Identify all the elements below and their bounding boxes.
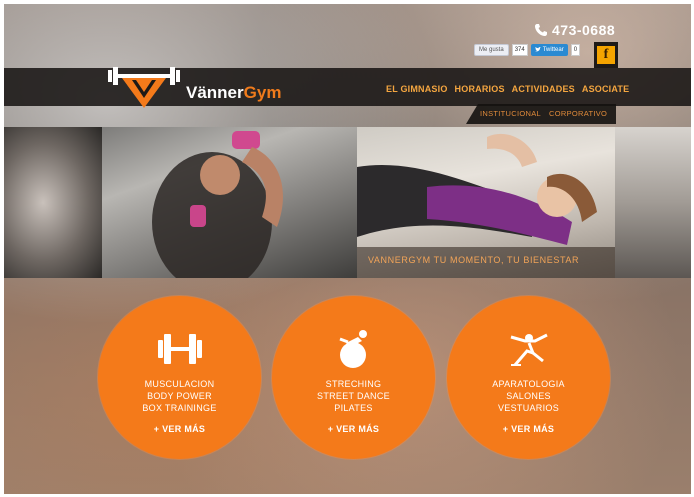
dumbbell-v-logo-icon (106, 64, 182, 115)
phone-text: 473-0688 (552, 22, 616, 38)
brand-part1: Vänner (186, 82, 244, 102)
twitter-icon (534, 46, 541, 54)
subnav-corporativo[interactable]: CORPORATIVO (549, 109, 607, 118)
main-nav: EL GIMNASIO HORARIOS ACTIVIDADES ASOCIAT… (386, 84, 629, 94)
ver-mas-link[interactable]: + VER MÁS (447, 424, 610, 434)
tweet-count: 0 (570, 44, 581, 56)
hero-tagline: VANNERGYM TU MOMENTO, TU BIENESTAR (368, 255, 580, 265)
exercise-machine-icon (447, 328, 610, 370)
subnav-institucional[interactable]: INSTITUCIONAL (480, 109, 541, 118)
phone-number: 473-0688 (534, 22, 615, 38)
feature-line: BODY POWER (147, 391, 212, 401)
tweet-label: Twittear (542, 47, 564, 53)
dumbbell-icon (98, 328, 261, 370)
brand-part2: Gym (243, 82, 282, 102)
feature-line: MUSCULACION (144, 379, 215, 389)
facebook-link[interactable]: f (594, 42, 618, 68)
feature-circle-streching[interactable]: STRECHING STREET DANCE PILATES + VER MÁS (272, 296, 435, 459)
nav-el-gimnasio[interactable]: EL GIMNASIO (386, 84, 448, 94)
facebook-icon: f (597, 46, 615, 64)
feature-line: STRECHING (325, 379, 382, 389)
feature-circle-aparatologia[interactable]: APARATOLOGIA SALONES VESTUARIOS + VER MÁ… (447, 296, 610, 459)
ver-mas-link[interactable]: + VER MÁS (98, 424, 261, 434)
hero-photo-boxer (102, 127, 357, 278)
like-label: Me gusta (479, 47, 504, 53)
nav-asociate[interactable]: ASOCIATE (582, 84, 629, 94)
nav-horarios[interactable]: HORARIOS (455, 84, 505, 94)
hero-photo-right (615, 127, 691, 278)
sub-nav: INSTITUCIONAL CORPORATIVO (480, 109, 607, 118)
hero-banner (4, 127, 691, 278)
feature-list: MUSCULACION BODY POWER BOX TRAININGE (98, 378, 261, 414)
page-background: 473-0688 Me gusta 374 Twittear 0 f Vänne… (4, 4, 691, 494)
like-button[interactable]: Me gusta (474, 44, 509, 56)
feature-list: APARATOLOGIA SALONES VESTUARIOS (447, 378, 610, 414)
feature-line: PILATES (334, 403, 373, 413)
feature-line: APARATOLOGIA (492, 379, 565, 389)
feature-line: SALONES (506, 391, 551, 401)
logo[interactable]: VännerGym (106, 64, 281, 115)
like-count: 374 (511, 44, 528, 56)
ver-mas-link[interactable]: + VER MÁS (272, 424, 435, 434)
nav-actividades[interactable]: ACTIVIDADES (512, 84, 575, 94)
feature-circle-musculacion[interactable]: MUSCULACION BODY POWER BOX TRAININGE + V… (98, 296, 261, 459)
phone-icon (534, 23, 548, 37)
fitness-ball-icon (272, 328, 435, 370)
hero-photo-left (4, 127, 102, 278)
brand-name: VännerGym (186, 83, 281, 103)
feature-line: STREET DANCE (317, 391, 390, 401)
tweet-button[interactable]: Twittear (530, 44, 568, 56)
feature-line: BOX TRAININGE (142, 403, 217, 413)
feature-line: VESTUARIOS (497, 403, 559, 413)
social-buttons: Me gusta 374 Twittear 0 (474, 44, 581, 56)
feature-list: STRECHING STREET DANCE PILATES (272, 378, 435, 414)
